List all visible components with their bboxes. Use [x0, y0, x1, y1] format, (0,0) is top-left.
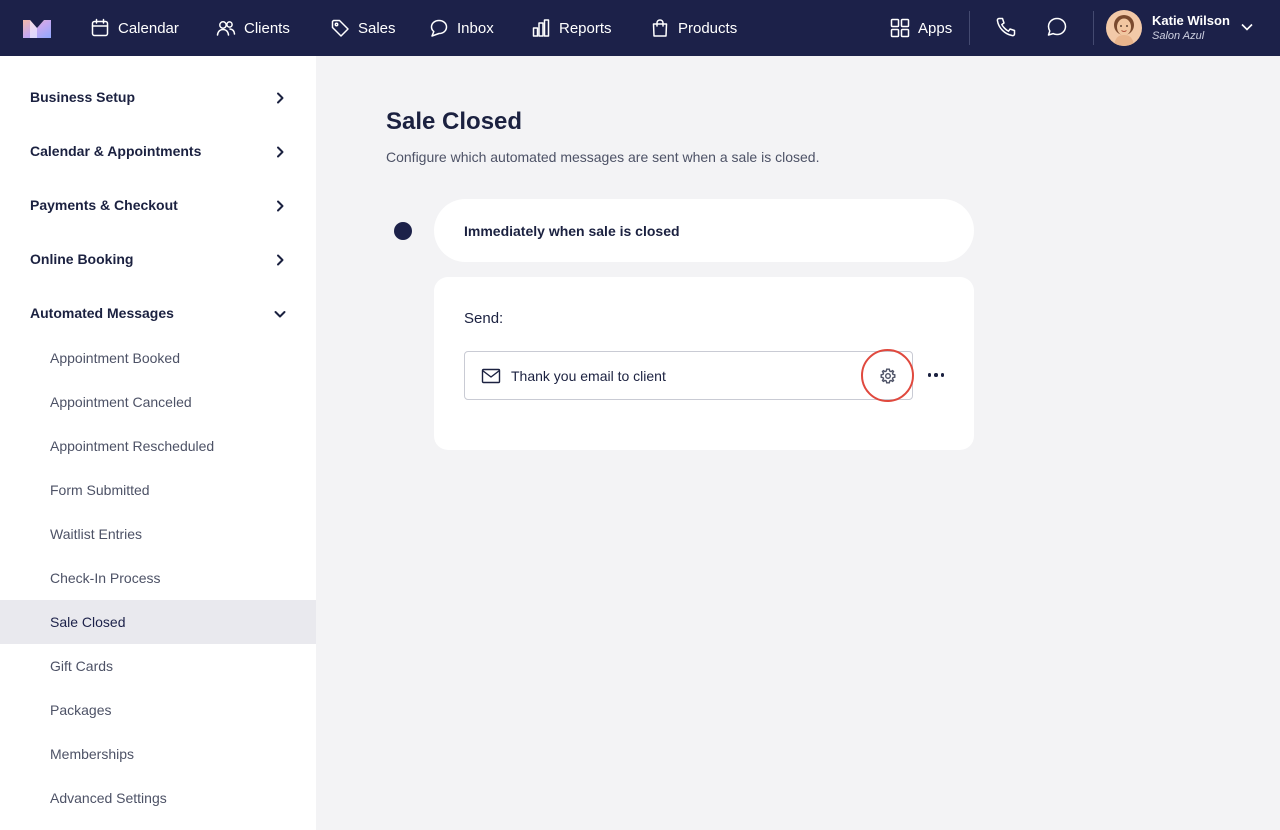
chevron-down-icon[interactable]	[1240, 20, 1254, 34]
user-name: Katie Wilson	[1152, 13, 1230, 28]
sidebar-section-label: Calendar & Appointments	[30, 143, 202, 159]
chevron-down-icon	[274, 307, 286, 319]
sidebar-item-check-in-process[interactable]: Check-In Process	[0, 556, 316, 600]
avatar	[1106, 10, 1142, 46]
sidebar-item-appointment-booked[interactable]: Appointment Booked	[0, 336, 316, 380]
chevron-right-icon	[274, 199, 286, 212]
page-description: Configure which automated messages are s…	[386, 149, 820, 165]
chevron-right-icon	[274, 91, 286, 104]
nav-clients-label: Clients	[244, 19, 290, 37]
chat-button[interactable]	[1046, 16, 1070, 40]
sidebar-item-appointment-rescheduled[interactable]: Appointment Rescheduled	[0, 424, 316, 468]
sidebar-item-form-submitted[interactable]: Form Submitted	[0, 468, 316, 512]
settings-sidebar: Business Setup Calendar & Appointments P…	[0, 56, 316, 830]
sidebar-item-appointment-canceled[interactable]: Appointment Canceled	[0, 380, 316, 424]
gear-icon	[880, 368, 896, 384]
bar-chart-icon	[532, 19, 550, 37]
calendar-icon	[91, 18, 109, 37]
trigger-label: Immediately when sale is closed	[464, 222, 680, 239]
sidebar-section-calendar-appointments[interactable]: Calendar & Appointments	[0, 124, 316, 178]
brand-logo[interactable]	[22, 18, 52, 38]
sidebar-item-label: Gift Cards	[50, 658, 114, 674]
timeline-dot	[394, 222, 412, 240]
nav-sales[interactable]: Sales	[330, 0, 396, 56]
sidebar-section-payments-checkout[interactable]: Payments & Checkout	[0, 178, 316, 232]
message-row[interactable]: Thank you email to client	[464, 349, 914, 402]
top-nav-bar: Calendar Clients Sales Inbox Reports Pro…	[0, 0, 1280, 56]
nav-inbox[interactable]: Inbox	[429, 0, 494, 56]
sidebar-section-online-booking[interactable]: Online Booking	[0, 232, 316, 286]
user-menu[interactable]: Katie Wilson Salon Azul	[1106, 10, 1230, 46]
sidebar-section-label: Online Booking	[30, 251, 134, 267]
page-title: Sale Closed	[386, 108, 523, 135]
sidebar-item-memberships[interactable]: Memberships	[0, 732, 316, 776]
sidebar-item-packages[interactable]: Packages	[0, 688, 316, 732]
nav-products[interactable]: Products	[650, 0, 737, 56]
sidebar-item-advanced-settings[interactable]: Advanced Settings	[0, 776, 316, 820]
send-label: Send:	[464, 310, 504, 327]
sidebar-section-business-setup[interactable]: Business Setup	[0, 70, 316, 124]
nav-reports-label: Reports	[559, 19, 612, 37]
send-card: Send: Thank you email to client	[434, 277, 974, 450]
sidebar-item-gift-cards[interactable]: Gift Cards	[0, 644, 316, 688]
chat-bubble-icon	[430, 19, 448, 37]
sidebar-item-label: Appointment Rescheduled	[50, 438, 215, 454]
apps-grid-icon	[890, 18, 910, 38]
sidebar-item-label: Packages	[50, 702, 112, 718]
shopping-bag-icon	[652, 19, 668, 37]
chevron-right-icon	[274, 253, 286, 266]
sidebar-item-label: Sale Closed	[50, 614, 126, 630]
sidebar-item-label: Appointment Canceled	[50, 394, 192, 410]
envelope-icon	[481, 367, 501, 385]
nav-apps-label: Apps	[918, 19, 953, 37]
nav-divider	[1093, 11, 1094, 45]
sidebar-item-label: Advanced Settings	[50, 790, 167, 806]
sidebar-item-label: Appointment Booked	[50, 350, 180, 366]
sidebar-section-automated-messages[interactable]: Automated Messages	[0, 286, 316, 340]
phone-button[interactable]	[995, 16, 1019, 40]
nav-inbox-label: Inbox	[457, 19, 494, 37]
message-name: Thank you email to client	[511, 368, 666, 384]
nav-calendar-label: Calendar	[118, 19, 179, 37]
settings-button[interactable]	[861, 349, 914, 402]
chevron-right-icon	[274, 145, 286, 158]
phone-icon	[996, 17, 1016, 37]
sidebar-item-sale-closed[interactable]: Sale Closed	[0, 600, 316, 644]
nav-apps[interactable]: Apps	[890, 0, 952, 56]
sidebar-item-label: Waitlist Entries	[50, 526, 143, 542]
nav-reports[interactable]: Reports	[531, 0, 612, 56]
message-icon	[1047, 17, 1067, 36]
sidebar-section-label: Automated Messages	[30, 305, 174, 321]
user-salon: Salon Azul	[1152, 30, 1205, 42]
clients-icon	[216, 21, 236, 36]
sidebar-section-label: Payments & Checkout	[30, 197, 178, 213]
sidebar-item-label: Check-In Process	[50, 570, 161, 586]
nav-products-label: Products	[678, 19, 738, 37]
sidebar-item-label: Memberships	[50, 746, 135, 762]
nav-sales-label: Sales	[358, 19, 396, 37]
tag-icon	[331, 19, 349, 37]
sidebar-item-waitlist-entries[interactable]: Waitlist Entries	[0, 512, 316, 556]
sidebar-section-label: Business Setup	[30, 89, 136, 105]
trigger-header: Immediately when sale is closed	[434, 199, 974, 262]
nav-calendar[interactable]: Calendar	[90, 0, 179, 56]
sidebar-item-label: Form Submitted	[50, 482, 150, 498]
more-options-icon[interactable]	[926, 366, 946, 384]
nav-clients[interactable]: Clients	[216, 0, 290, 56]
nav-divider	[969, 11, 970, 45]
